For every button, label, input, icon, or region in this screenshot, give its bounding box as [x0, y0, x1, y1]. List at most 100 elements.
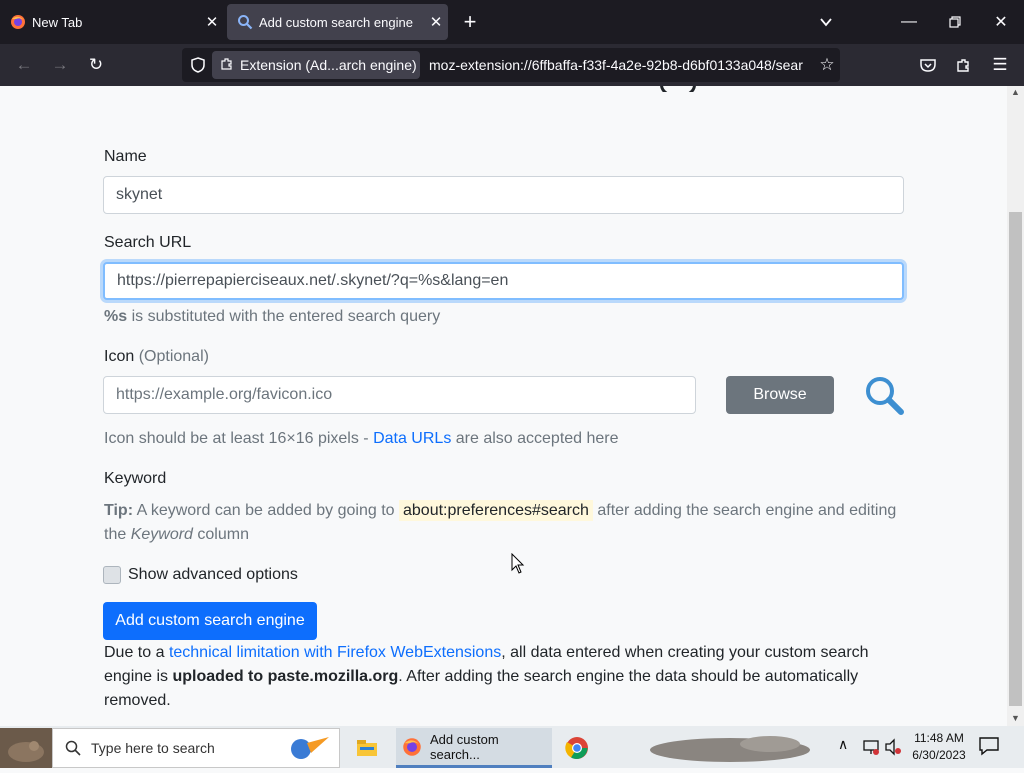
page-heading-fragment — [600, 86, 720, 92]
clock-time: 11:48 AM — [914, 731, 964, 745]
pocket-button[interactable] — [913, 50, 943, 80]
search-icon — [65, 740, 81, 756]
icon-url-input[interactable]: https://example.org/favicon.ico — [103, 376, 696, 414]
star-icon: ☆ — [819, 55, 835, 74]
taskbar-firefox-window[interactable]: Add custom search... — [396, 728, 552, 768]
maximize-button[interactable] — [932, 0, 978, 44]
close-icon: ✕ — [994, 14, 1008, 31]
reload-button[interactable]: ↻ — [81, 50, 111, 80]
icon-label: Icon (Optional) — [104, 348, 209, 366]
search-url-label: Search URL — [104, 234, 192, 251]
browse-button[interactable]: Browse — [726, 376, 834, 414]
plus-icon: + — [463, 9, 477, 34]
start-icon — [8, 741, 44, 762]
search-url-hint-text: is substituted with the entered search q… — [127, 308, 441, 325]
puzzle-icon — [957, 59, 969, 72]
note-pre: Due to a — [104, 644, 169, 661]
restore-icon — [949, 16, 961, 28]
mouse-cursor-icon — [511, 553, 525, 574]
note-mid: , all data entered when creating your cu… — [501, 644, 869, 661]
tracking-protection-button[interactable] — [186, 52, 210, 78]
tip-line2-post: column — [192, 526, 249, 543]
close-icon[interactable]: ✕ — [200, 13, 224, 31]
technical-limitation-link[interactable]: technical limitation with Firefox WebExt… — [169, 644, 501, 661]
note-line3: removed. — [104, 692, 171, 709]
url-text[interactable]: moz-extension://6ffbaffa-f33f-4a2e-92b8-… — [429, 48, 809, 82]
firefox-icon — [10, 14, 26, 30]
notification-icon — [979, 737, 999, 756]
name-label: Name — [104, 148, 147, 165]
network-icon[interactable] — [862, 738, 882, 758]
bookmark-button[interactable]: ☆ — [812, 50, 842, 80]
file-explorer-icon[interactable] — [350, 732, 384, 764]
shield-icon — [191, 57, 205, 73]
name-input[interactable]: skynet — [103, 176, 904, 214]
placeholder-code: %s — [104, 308, 128, 325]
hamburger-icon: ☰ — [992, 55, 1008, 74]
tab-label: New Tab — [32, 14, 83, 30]
chevron-down-icon — [820, 18, 832, 27]
search-icon — [237, 14, 253, 30]
name-input-value: skynet — [116, 186, 163, 203]
new-tab-button[interactable]: + — [447, 0, 493, 44]
extensions-button[interactable] — [949, 50, 979, 80]
keyword-label: Keyword — [104, 470, 167, 487]
note-line2: engine is uploaded to paste.mozilla.org.… — [104, 668, 858, 686]
tip-keyword-em: Keyword — [130, 526, 193, 543]
note-line2-post: . After adding the search engine the dat… — [398, 668, 859, 685]
tip-line2-pre: the — [104, 526, 131, 543]
forward-button[interactable]: → — [45, 50, 75, 80]
tab-label: Add custom search engine — [259, 14, 413, 30]
taskbar-search-box[interactable]: Type here to search — [52, 728, 340, 768]
note-line2-pre: engine is — [104, 668, 173, 685]
icon-hint: Icon should be at least 16×16 pixels - D… — [104, 430, 619, 448]
taskbar-clock[interactable]: 11:48 AM 6/30/2023 — [906, 730, 972, 768]
notifications-button[interactable] — [978, 736, 1004, 760]
chrome-icon[interactable] — [560, 732, 594, 764]
arrow-left-icon: ← — [15, 55, 33, 74]
tip-pre: A keyword can be added by going to — [133, 502, 399, 519]
icon-optional-text: (Optional) — [138, 348, 209, 365]
scroll-up-icon[interactable]: ▲ — [1009, 87, 1022, 99]
keyword-tip-line1: Tip: A keyword can be added by going to … — [104, 500, 896, 521]
taskbar-search-placeholder: Type here to search — [91, 740, 215, 756]
icon-url-placeholder: https://example.org/favicon.ico — [116, 386, 333, 403]
magnifier-icon — [866, 377, 904, 415]
scrollbar-thumb[interactable] — [1009, 212, 1022, 706]
chevron-up-icon[interactable]: ∧ — [838, 736, 854, 760]
search-url-value: https://pierrepapierciseaux.net/.skynet/… — [117, 272, 509, 289]
arrow-right-icon: → — [51, 55, 69, 74]
extension-icon — [220, 57, 234, 74]
extension-badge-label: Extension (Ad...arch engine) — [240, 57, 417, 73]
search-engine-icon-preview — [864, 375, 904, 415]
icon-hint-post: are also accepted here — [451, 430, 619, 447]
search-url-input[interactable]: https://pierrepapierciseaux.net/.skynet/… — [103, 262, 904, 300]
volume-muted-icon[interactable] — [884, 738, 904, 758]
search-url-hint: %s is substituted with the entered searc… — [104, 308, 440, 326]
minimize-icon: — — [901, 13, 917, 30]
extension-identity-badge[interactable]: Extension (Ad...arch engine) — [212, 51, 420, 79]
taskbar-wallpaper-decoration — [620, 728, 830, 768]
add-custom-search-engine-button[interactable]: Add custom search engine — [103, 602, 317, 640]
about-preferences-code: about:preferences#search — [399, 500, 593, 521]
scroll-down-icon[interactable]: ▼ — [1009, 713, 1022, 725]
data-urls-link[interactable]: Data URLs — [373, 430, 451, 447]
search-highlight-icon — [271, 733, 331, 763]
back-button[interactable]: ← — [9, 50, 39, 80]
pocket-icon — [920, 59, 936, 72]
icon-hint-pre: Icon should be at least 16×16 pixels - — [104, 430, 374, 447]
start-button[interactable] — [0, 728, 52, 768]
tab-new-tab[interactable]: New Tab ✕ — [0, 0, 224, 44]
tab-add-custom-search-engine[interactable]: Add custom search engine ✕ — [227, 4, 448, 40]
menu-button[interactable]: ☰ — [985, 50, 1015, 80]
minimize-button[interactable]: — — [886, 0, 932, 44]
icon-label-text: Icon — [104, 348, 135, 365]
note-line1: Due to a technical limitation with Firef… — [104, 644, 869, 662]
close-window-button[interactable]: ✕ — [978, 0, 1024, 44]
advanced-options-label[interactable]: Show advanced options — [128, 566, 298, 584]
note-line2-bold: uploaded to paste.mozilla.org — [172, 668, 399, 685]
advanced-options-checkbox[interactable] — [103, 566, 121, 584]
clock-date: 6/30/2023 — [912, 748, 966, 762]
close-icon[interactable]: ✕ — [424, 13, 448, 31]
list-tabs-button[interactable] — [803, 0, 849, 44]
